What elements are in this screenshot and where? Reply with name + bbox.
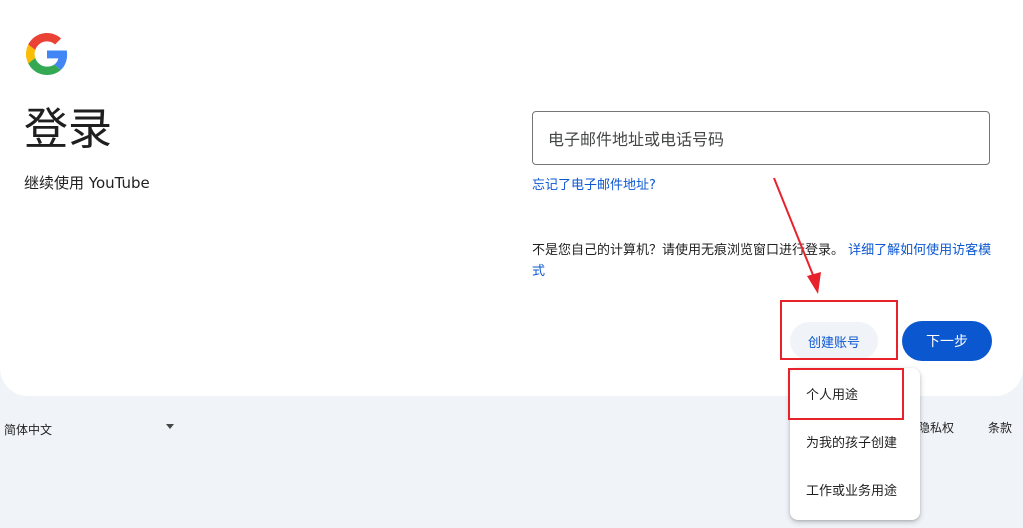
- privacy-link[interactable]: 隐私权: [918, 420, 954, 436]
- annotation-highlight-create: [780, 300, 898, 360]
- language-label: 简体中文: [4, 422, 53, 437]
- page-title: 登录: [24, 104, 112, 155]
- email-field-placeholder: 电子邮件地址或电话号码: [548, 130, 725, 149]
- menu-item-work-business[interactable]: 工作或业务用途: [790, 465, 920, 513]
- annotation-highlight-personal: [788, 368, 904, 420]
- terms-link[interactable]: 条款: [988, 420, 1012, 436]
- google-logo-icon: [26, 33, 68, 75]
- forgot-email-link[interactable]: 忘记了电子邮件地址?: [532, 177, 656, 195]
- menu-item-for-child[interactable]: 为我的孩子创建: [790, 417, 920, 465]
- next-button[interactable]: 下一步: [902, 321, 992, 361]
- email-field[interactable]: 电子邮件地址或电话号码: [532, 111, 990, 165]
- language-selector[interactable]: 简体中文: [4, 418, 174, 440]
- page-subtitle: 继续使用 YouTube: [24, 174, 150, 192]
- annotation-arrow-icon: [773, 177, 821, 294]
- dropdown-caret-icon: [166, 424, 174, 429]
